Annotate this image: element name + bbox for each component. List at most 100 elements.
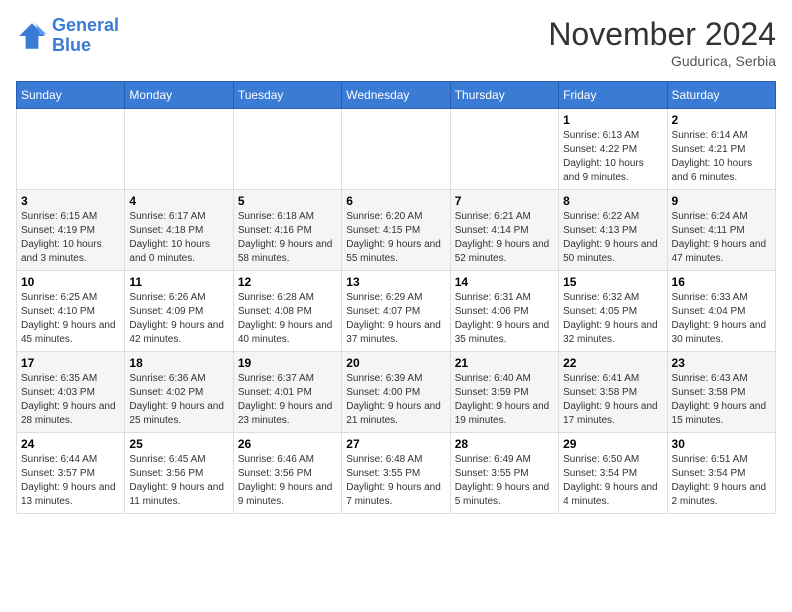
calendar-cell: 16 Sunrise: 6:33 AM Sunset: 4:04 PM Dayli…: [667, 271, 775, 352]
day-info: Sunrise: 6:51 AM Sunset: 3:54 PM Dayligh…: [672, 453, 771, 509]
day-info: Sunrise: 6:37 AM Sunset: 4:01 PM Dayligh…: [238, 372, 337, 428]
day-number: 3: [21, 194, 120, 208]
day-number: 2: [672, 113, 771, 127]
calendar-cell: 1 Sunrise: 6:13 AM Sunset: 4:22 PM Daylig…: [559, 109, 667, 190]
day-number: 7: [455, 194, 554, 208]
day-number: 5: [238, 194, 337, 208]
day-info: Sunrise: 6:26 AM Sunset: 4:09 PM Dayligh…: [129, 291, 228, 347]
day-number: 27: [346, 437, 445, 451]
calendar-cell: 7 Sunrise: 6:21 AM Sunset: 4:14 PM Daylig…: [450, 190, 558, 271]
page-header: General Blue November 2024 Gudurica, Ser…: [16, 16, 776, 69]
calendar-cell: 26Sunrise: 6:46 AM Sunset: 3:56 PM Dayli…: [233, 433, 341, 514]
day-info: Sunrise: 6:29 AM Sunset: 4:07 PM Dayligh…: [346, 291, 445, 347]
day-number: 21: [455, 356, 554, 370]
calendar-cell: 17Sunrise: 6:35 AM Sunset: 4:03 PM Dayli…: [17, 352, 125, 433]
day-number: 29: [563, 437, 662, 451]
day-number: 30: [672, 437, 771, 451]
logo: General Blue: [16, 16, 119, 56]
day-number: 4: [129, 194, 228, 208]
day-of-week-header: Tuesday: [233, 82, 341, 109]
day-number: 8: [563, 194, 662, 208]
calendar-cell: [125, 109, 233, 190]
day-number: 18: [129, 356, 228, 370]
calendar-cell: 27 Sunrise: 6:48 AM Sunset: 3:55 PM Dayli…: [342, 433, 450, 514]
day-info: Sunrise: 6:17 AM Sunset: 4:18 PM Dayligh…: [129, 210, 228, 266]
day-info: Sunrise: 6:25 AM Sunset: 4:10 PM Dayligh…: [21, 291, 120, 347]
day-info: Sunrise: 6:36 AM Sunset: 4:02 PM Dayligh…: [129, 372, 228, 428]
day-of-week-header: Thursday: [450, 82, 558, 109]
calendar-cell: 12Sunrise: 6:28 AM Sunset: 4:08 PM Dayli…: [233, 271, 341, 352]
day-info: Sunrise: 6:15 AM Sunset: 4:19 PM Dayligh…: [21, 210, 120, 266]
day-of-week-header: Saturday: [667, 82, 775, 109]
location-subtitle: Gudurica, Serbia: [548, 53, 776, 69]
day-of-week-header: Sunday: [17, 82, 125, 109]
day-number: 12: [238, 275, 337, 289]
calendar-cell: 5Sunrise: 6:18 AM Sunset: 4:16 PM Daylig…: [233, 190, 341, 271]
calendar-cell: 29 Sunrise: 6:50 AM Sunset: 3:54 PM Dayli…: [559, 433, 667, 514]
day-info: Sunrise: 6:39 AM Sunset: 4:00 PM Dayligh…: [346, 372, 445, 428]
calendar-week-row: 3 Sunrise: 6:15 AM Sunset: 4:19 PM Daylig…: [17, 190, 776, 271]
calendar-cell: 9Sunrise: 6:24 AM Sunset: 4:11 PM Daylig…: [667, 190, 775, 271]
day-info: Sunrise: 6:21 AM Sunset: 4:14 PM Dayligh…: [455, 210, 554, 266]
day-info: Sunrise: 6:35 AM Sunset: 4:03 PM Dayligh…: [21, 372, 120, 428]
day-number: 28: [455, 437, 554, 451]
calendar-cell: 6Sunrise: 6:20 AM Sunset: 4:15 PM Daylig…: [342, 190, 450, 271]
day-number: 20: [346, 356, 445, 370]
calendar-cell: [233, 109, 341, 190]
calendar-cell: 21 Sunrise: 6:40 AM Sunset: 3:59 PM Dayli…: [450, 352, 558, 433]
day-info: Sunrise: 6:33 AM Sunset: 4:04 PM Dayligh…: [672, 291, 771, 347]
calendar-cell: 28Sunrise: 6:49 AM Sunset: 3:55 PM Dayli…: [450, 433, 558, 514]
day-info: Sunrise: 6:50 AM Sunset: 3:54 PM Dayligh…: [563, 453, 662, 509]
title-block: November 2024 Gudurica, Serbia: [548, 16, 776, 69]
day-number: 16: [672, 275, 771, 289]
day-number: 14: [455, 275, 554, 289]
calendar-cell: [342, 109, 450, 190]
day-of-week-header: Wednesday: [342, 82, 450, 109]
logo-icon: [16, 20, 48, 52]
month-title: November 2024: [548, 16, 776, 53]
calendar-cell: 8 Sunrise: 6:22 AM Sunset: 4:13 PM Daylig…: [559, 190, 667, 271]
calendar-cell: 15 Sunrise: 6:32 AM Sunset: 4:05 PM Dayli…: [559, 271, 667, 352]
day-number: 25: [129, 437, 228, 451]
calendar-cell: 14Sunrise: 6:31 AM Sunset: 4:06 PM Dayli…: [450, 271, 558, 352]
calendar-cell: [17, 109, 125, 190]
day-info: Sunrise: 6:22 AM Sunset: 4:13 PM Dayligh…: [563, 210, 662, 266]
day-number: 10: [21, 275, 120, 289]
calendar-cell: 10 Sunrise: 6:25 AM Sunset: 4:10 PM Dayli…: [17, 271, 125, 352]
day-info: Sunrise: 6:14 AM Sunset: 4:21 PM Dayligh…: [672, 129, 771, 185]
day-info: Sunrise: 6:48 AM Sunset: 3:55 PM Dayligh…: [346, 453, 445, 509]
calendar-cell: 22Sunrise: 6:41 AM Sunset: 3:58 PM Dayli…: [559, 352, 667, 433]
logo-text: General Blue: [52, 16, 119, 56]
day-info: Sunrise: 6:45 AM Sunset: 3:56 PM Dayligh…: [129, 453, 228, 509]
day-number: 22: [563, 356, 662, 370]
day-info: Sunrise: 6:13 AM Sunset: 4:22 PM Dayligh…: [563, 129, 662, 185]
calendar-cell: 4 Sunrise: 6:17 AM Sunset: 4:18 PM Daylig…: [125, 190, 233, 271]
calendar-week-row: 10 Sunrise: 6:25 AM Sunset: 4:10 PM Dayli…: [17, 271, 776, 352]
calendar-cell: 25 Sunrise: 6:45 AM Sunset: 3:56 PM Dayli…: [125, 433, 233, 514]
calendar-cell: 30 Sunrise: 6:51 AM Sunset: 3:54 PM Dayli…: [667, 433, 775, 514]
calendar-cell: 2 Sunrise: 6:14 AM Sunset: 4:21 PM Daylig…: [667, 109, 775, 190]
calendar-cell: 18 Sunrise: 6:36 AM Sunset: 4:02 PM Dayli…: [125, 352, 233, 433]
day-number: 26: [238, 437, 337, 451]
day-of-week-header: Monday: [125, 82, 233, 109]
calendar-cell: 23Sunrise: 6:43 AM Sunset: 3:58 PM Dayli…: [667, 352, 775, 433]
day-of-week-header: Friday: [559, 82, 667, 109]
day-number: 19: [238, 356, 337, 370]
calendar-cell: [450, 109, 558, 190]
day-number: 13: [346, 275, 445, 289]
day-info: Sunrise: 6:40 AM Sunset: 3:59 PM Dayligh…: [455, 372, 554, 428]
calendar-cell: 13 Sunrise: 6:29 AM Sunset: 4:07 PM Dayli…: [342, 271, 450, 352]
day-info: Sunrise: 6:24 AM Sunset: 4:11 PM Dayligh…: [672, 210, 771, 266]
day-number: 1: [563, 113, 662, 127]
day-info: Sunrise: 6:20 AM Sunset: 4:15 PM Dayligh…: [346, 210, 445, 266]
calendar-cell: 20 Sunrise: 6:39 AM Sunset: 4:00 PM Dayli…: [342, 352, 450, 433]
day-number: 24: [21, 437, 120, 451]
calendar-week-row: 1 Sunrise: 6:13 AM Sunset: 4:22 PM Daylig…: [17, 109, 776, 190]
day-number: 11: [129, 275, 228, 289]
calendar-cell: 3 Sunrise: 6:15 AM Sunset: 4:19 PM Daylig…: [17, 190, 125, 271]
day-number: 15: [563, 275, 662, 289]
day-info: Sunrise: 6:44 AM Sunset: 3:57 PM Dayligh…: [21, 453, 120, 509]
calendar-week-row: 17Sunrise: 6:35 AM Sunset: 4:03 PM Dayli…: [17, 352, 776, 433]
day-info: Sunrise: 6:32 AM Sunset: 4:05 PM Dayligh…: [563, 291, 662, 347]
calendar-header-row: SundayMondayTuesdayWednesdayThursdayFrid…: [17, 82, 776, 109]
